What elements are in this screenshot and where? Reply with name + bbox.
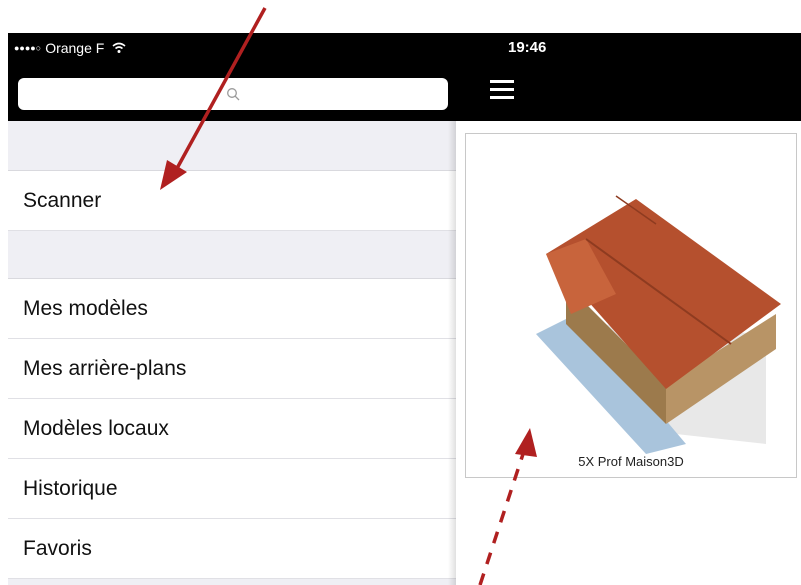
content-panel: 5X Prof Maison3D: [448, 121, 801, 585]
top-bar: ●●●●○ Orange F 19:46: [8, 33, 801, 121]
menu-item-label: Favoris: [23, 536, 92, 560]
carrier-info: ●●●●○ Orange F: [14, 40, 126, 56]
search-icon: [227, 88, 240, 101]
app-screen: ●●●●○ Orange F 19:46 Scanner Mes modèles…: [0, 0, 801, 585]
menu-item-label: Mes arrière-plans: [23, 356, 187, 380]
house-model-thumbnail: [536, 195, 781, 454]
menu-item-mes-arriere-plans[interactable]: Mes arrière-plans: [8, 339, 456, 399]
menu-item-historique[interactable]: Historique: [8, 459, 456, 519]
menu-item-label: Mes modèles: [23, 296, 148, 320]
menu-item-scanner[interactable]: Scanner: [8, 171, 456, 231]
menu-item-label: Modèles locaux: [23, 416, 169, 440]
menu-item-mes-modeles[interactable]: Mes modèles: [8, 279, 456, 339]
menu-item-label: Historique: [23, 476, 118, 500]
model-card[interactable]: 5X Prof Maison3D: [465, 133, 797, 478]
search-input[interactable]: [18, 78, 448, 110]
status-bar: ●●●●○ Orange F 19:46: [8, 33, 801, 63]
signal-strength-icon: ●●●●○: [14, 43, 42, 53]
menu-section-spacer: [8, 231, 456, 279]
menu-toggle-button[interactable]: [490, 80, 514, 100]
side-menu: Scanner Mes modèles Mes arrière-plans Mo…: [8, 121, 456, 585]
carrier-name: Orange F: [45, 40, 105, 56]
menu-item-label: Scanner: [23, 188, 102, 212]
menu-item-modeles-locaux[interactable]: Modèles locaux: [8, 399, 456, 459]
menu-section-spacer: [8, 121, 456, 171]
model-name: 5X Prof Maison3D: [578, 454, 684, 469]
status-time: 19:46: [508, 39, 547, 56]
menu-item-favoris[interactable]: Favoris: [8, 519, 456, 579]
wifi-icon: [112, 42, 126, 53]
menu-section-spacer: [8, 579, 456, 585]
hamburger-icon: [490, 80, 514, 83]
